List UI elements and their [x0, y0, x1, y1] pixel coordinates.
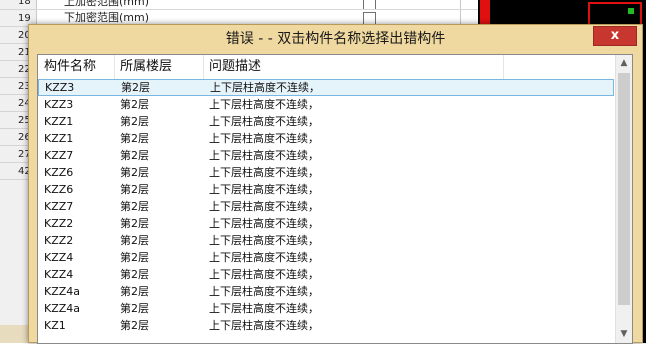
scroll-down-icon[interactable]: ▼ — [616, 326, 632, 343]
cell-component-name: KZZ4 — [44, 268, 74, 281]
close-button[interactable]: x — [593, 26, 637, 46]
table-row[interactable]: KZZ3 第2层 上下层柱高度不连续， — [38, 96, 614, 113]
table-row[interactable]: KZ1 第2层 上下层柱高度不连续， — [38, 317, 614, 334]
column-header-name[interactable]: 构件名称 — [38, 55, 114, 79]
cell-floor: 第2层 — [120, 200, 149, 213]
cell-description: 上下层柱高度不连续， — [209, 98, 319, 111]
cell-floor: 第2层 — [120, 132, 149, 145]
column-header-floor[interactable]: 所属楼层 — [114, 55, 203, 79]
table-row[interactable]: KZZ4 第2层 上下层柱高度不连续， — [38, 249, 614, 266]
table-row[interactable]: KZZ7 第2层 上下层柱高度不连续， — [38, 198, 614, 215]
cell-floor: 第2层 — [120, 217, 149, 230]
table-row[interactable]: KZZ4 第2层 上下层柱高度不连续， — [38, 266, 614, 283]
cell-component-name: KZZ2 — [44, 234, 74, 247]
cell-floor: 第2层 — [120, 98, 149, 111]
cell-floor: 第2层 — [120, 234, 149, 247]
cell-component-name: KZZ4a — [44, 302, 81, 315]
cell-component-name: KZZ1 — [44, 115, 74, 128]
cell-floor: 第2层 — [120, 302, 149, 315]
table-row[interactable]: KZZ4a 第2层 上下层柱高度不连续， — [38, 300, 614, 317]
list-header: 构件名称 所属楼层 问题描述 — [38, 55, 614, 79]
cell-description: 上下层柱高度不连续， — [209, 251, 319, 264]
error-list: 构件名称 所属楼层 问题描述 KZZ3 第2层 上下层柱高度不连续， KZZ3 第2层上… — [37, 54, 633, 344]
cell-component-name: KZZ7 — [44, 149, 74, 162]
cell-description: 上下层柱高度不连续， — [209, 268, 319, 281]
table-row[interactable]: KZZ1 第2层 上下层柱高度不连续， — [38, 130, 614, 147]
cell-description: 上下层柱高度不连续， — [209, 319, 319, 332]
table-row[interactable]: KZZ3 第2层 上下层柱高度不连续， — [38, 79, 614, 96]
cell-component-name: KZZ7 — [44, 200, 74, 213]
cell-description: 上下层柱高度不连续， — [209, 217, 319, 230]
cell-description: 上下层柱高度不连续， — [209, 183, 319, 196]
cell-component-name: KZZ6 — [44, 183, 74, 196]
column-header-description[interactable]: 问题描述 — [203, 55, 503, 79]
cell-description: 上下层柱高度不连续， — [209, 132, 319, 145]
cell-description: 上下层柱高度不连续， — [209, 285, 319, 298]
cell-description: 上下层柱高度不连续， — [209, 302, 319, 315]
cell-floor: 第2层 — [120, 251, 149, 264]
grid-row-line — [36, 9, 478, 10]
cell-component-name: KZZ1 — [44, 132, 74, 145]
axis-marker — [628, 8, 634, 14]
row-number[interactable]: 18 — [0, 0, 36, 10]
vertical-scrollbar[interactable]: ▲ ▼ — [615, 55, 632, 343]
cell-component-name: KZZ3 — [45, 81, 75, 94]
cell-floor: 第2层 — [120, 149, 149, 162]
table-row[interactable]: KZZ2 第2层 上下层柱高度不连续， — [38, 215, 614, 232]
cell-description: 上下层柱高度不连续， — [209, 115, 319, 128]
scroll-up-icon[interactable]: ▲ — [616, 55, 632, 72]
cell-floor: 第2层 — [120, 319, 149, 332]
cell-description: 上下层柱高度不连续， — [209, 166, 319, 179]
cell-floor: 第2层 — [120, 183, 149, 196]
cell-component-name: KZZ6 — [44, 166, 74, 179]
cell-description: 上下层柱高度不连续， — [210, 81, 320, 94]
cell-floor: 第2层 — [120, 285, 149, 298]
cell-floor: 第2层 — [120, 115, 149, 128]
table-row[interactable]: KZZ2 第2层 上下层柱高度不连续， — [38, 232, 614, 249]
cell-component-name: KZZ4 — [44, 251, 74, 264]
dialog-titlebar[interactable]: 错误 - - 双击构件名称选择出错构件 x — [29, 25, 642, 53]
close-icon: x — [610, 28, 620, 43]
scroll-thumb[interactable] — [618, 73, 630, 305]
cell-component-name: KZ1 — [44, 319, 66, 332]
cell-component-name: KZZ4a — [44, 285, 81, 298]
table-row[interactable]: KZZ6 第2层 上下层柱高度不连续， — [38, 164, 614, 181]
cell-description: 上下层柱高度不连续， — [209, 149, 319, 162]
cell-component-name: KZZ3 — [44, 98, 74, 111]
cell-component-name: KZZ2 — [44, 217, 74, 230]
table-row[interactable]: KZZ4a 第2层 上下层柱高度不连续， — [38, 283, 614, 300]
cell-floor: 第2层 — [120, 166, 149, 179]
cell-description: 上下层柱高度不连续， — [209, 200, 319, 213]
cell-floor: 第2层 — [121, 81, 150, 94]
column-separator[interactable] — [503, 55, 504, 79]
table-row[interactable]: KZZ1 第2层 上下层柱高度不连续， — [38, 113, 614, 130]
error-dialog: 错误 - - 双击构件名称选择出错构件 x 构件名称 所属楼层 问题描述 KZZ… — [28, 24, 643, 344]
table-row[interactable]: KZZ6 第2层 上下层柱高度不连续， — [38, 181, 614, 198]
dialog-title: 错误 - - 双击构件名称选择出错构件 — [225, 31, 446, 47]
list-rows: KZZ3 第2层 上下层柱高度不连续， KZZ3 第2层 上下层柱高度不连续， KZZ1 第2… — [38, 79, 614, 343]
table-row[interactable]: KZZ7 第2层 上下层柱高度不连续， — [38, 147, 614, 164]
cell-floor: 第2层 — [120, 268, 149, 281]
cell-description: 上下层柱高度不连续， — [209, 234, 319, 247]
